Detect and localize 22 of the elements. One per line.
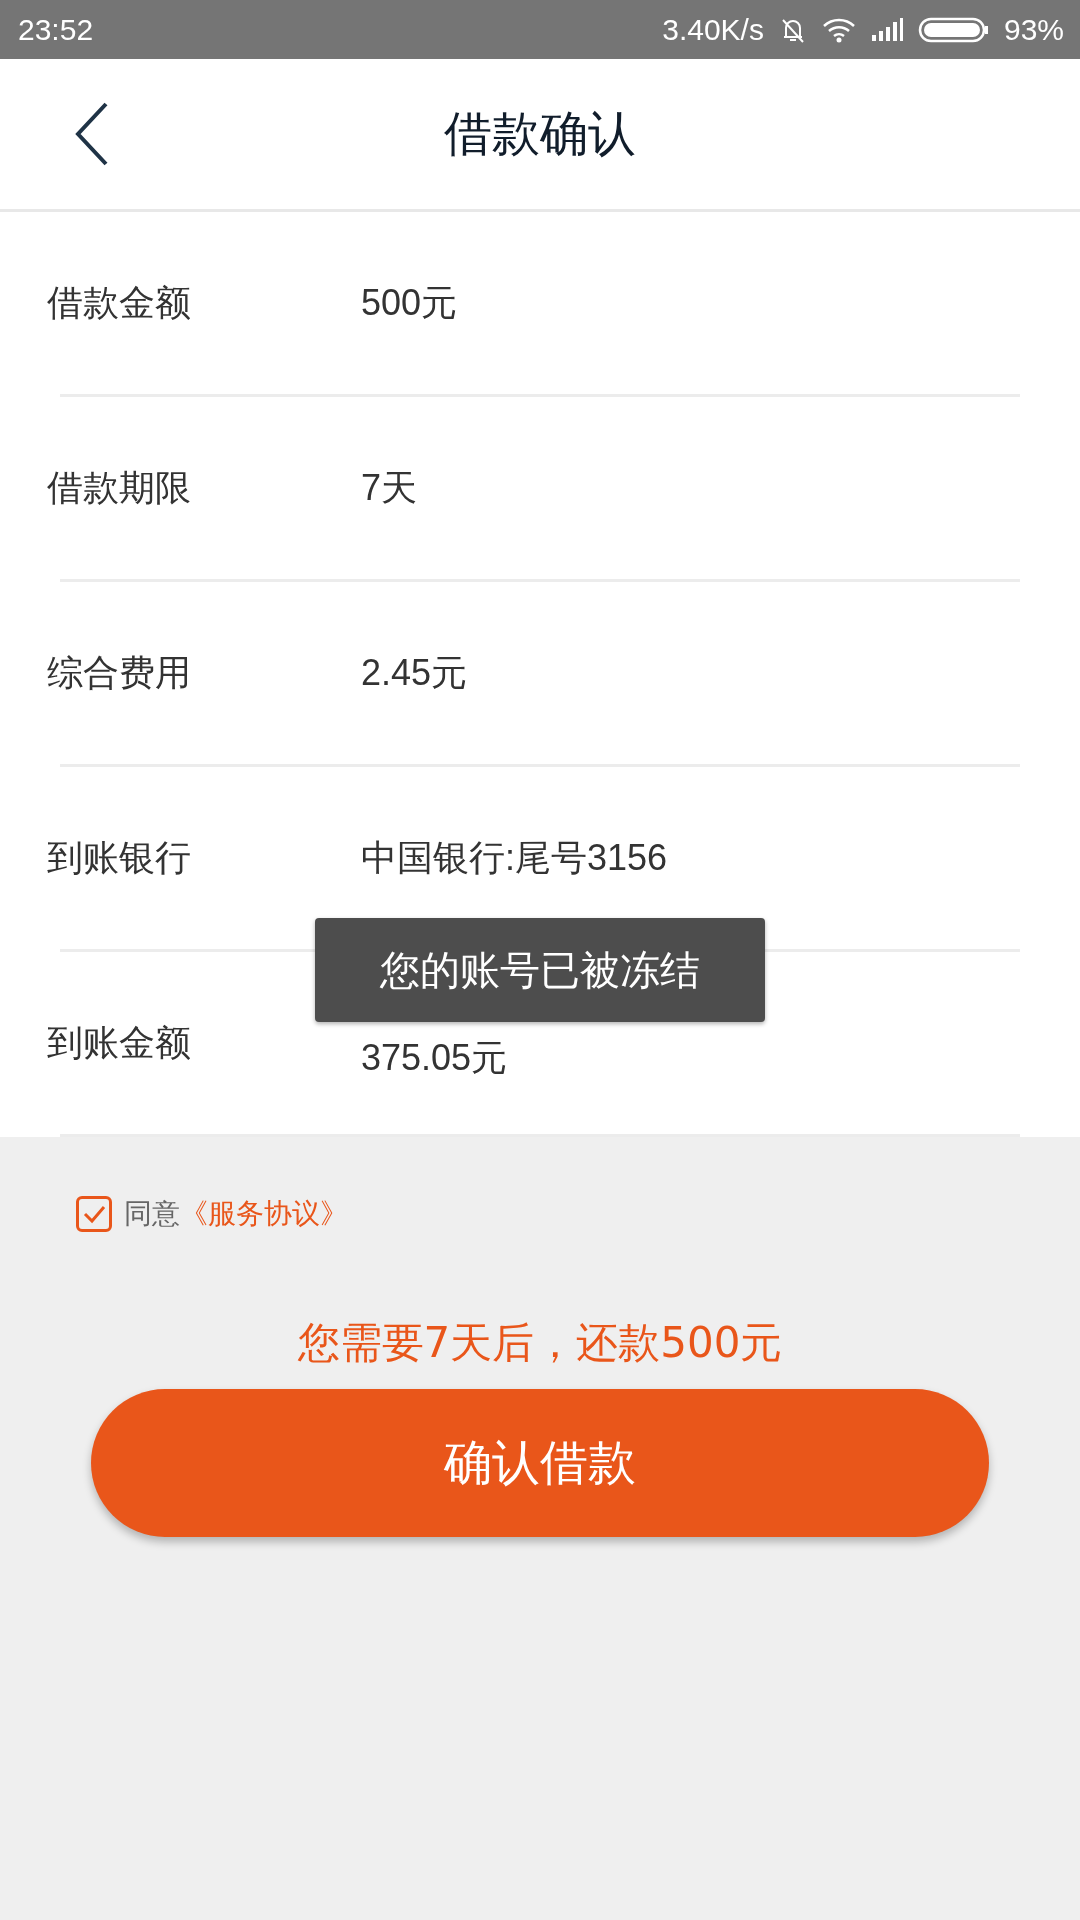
agreement-checkbox[interactable] (76, 1196, 112, 1232)
field-value: 7天 (361, 465, 418, 510)
agree-text: 同意 (124, 1196, 180, 1232)
battery-icon (917, 15, 990, 44)
signal-icon (869, 16, 904, 43)
field-value: 375.05元 (361, 1035, 508, 1080)
page-title: 借款确认 (444, 104, 636, 163)
network-speed: 3.40K/s (662, 12, 764, 47)
field-value: 500元 (361, 280, 458, 325)
field-value: 中国银行:尾号3156 (361, 835, 668, 880)
toast-message: 您的账号已被冻结 (315, 918, 765, 1022)
battery-percent: 93% (1003, 12, 1064, 47)
field-label: 到账银行 (47, 835, 192, 880)
field-label: 到账金额 (47, 1020, 192, 1065)
field-label: 借款期限 (47, 465, 192, 510)
repayment-notice: 您需要7天后，还款500元 (296, 1317, 784, 1369)
service-agreement-link[interactable]: 《服务协议》 (180, 1195, 348, 1233)
field-label: 综合费用 (47, 650, 192, 695)
field-value: 2.45元 (361, 650, 468, 695)
confirm-loan-button[interactable]: 确认借款 (91, 1389, 989, 1537)
status-time: 23:52 (18, 12, 94, 47)
field-label: 借款金额 (47, 280, 192, 325)
